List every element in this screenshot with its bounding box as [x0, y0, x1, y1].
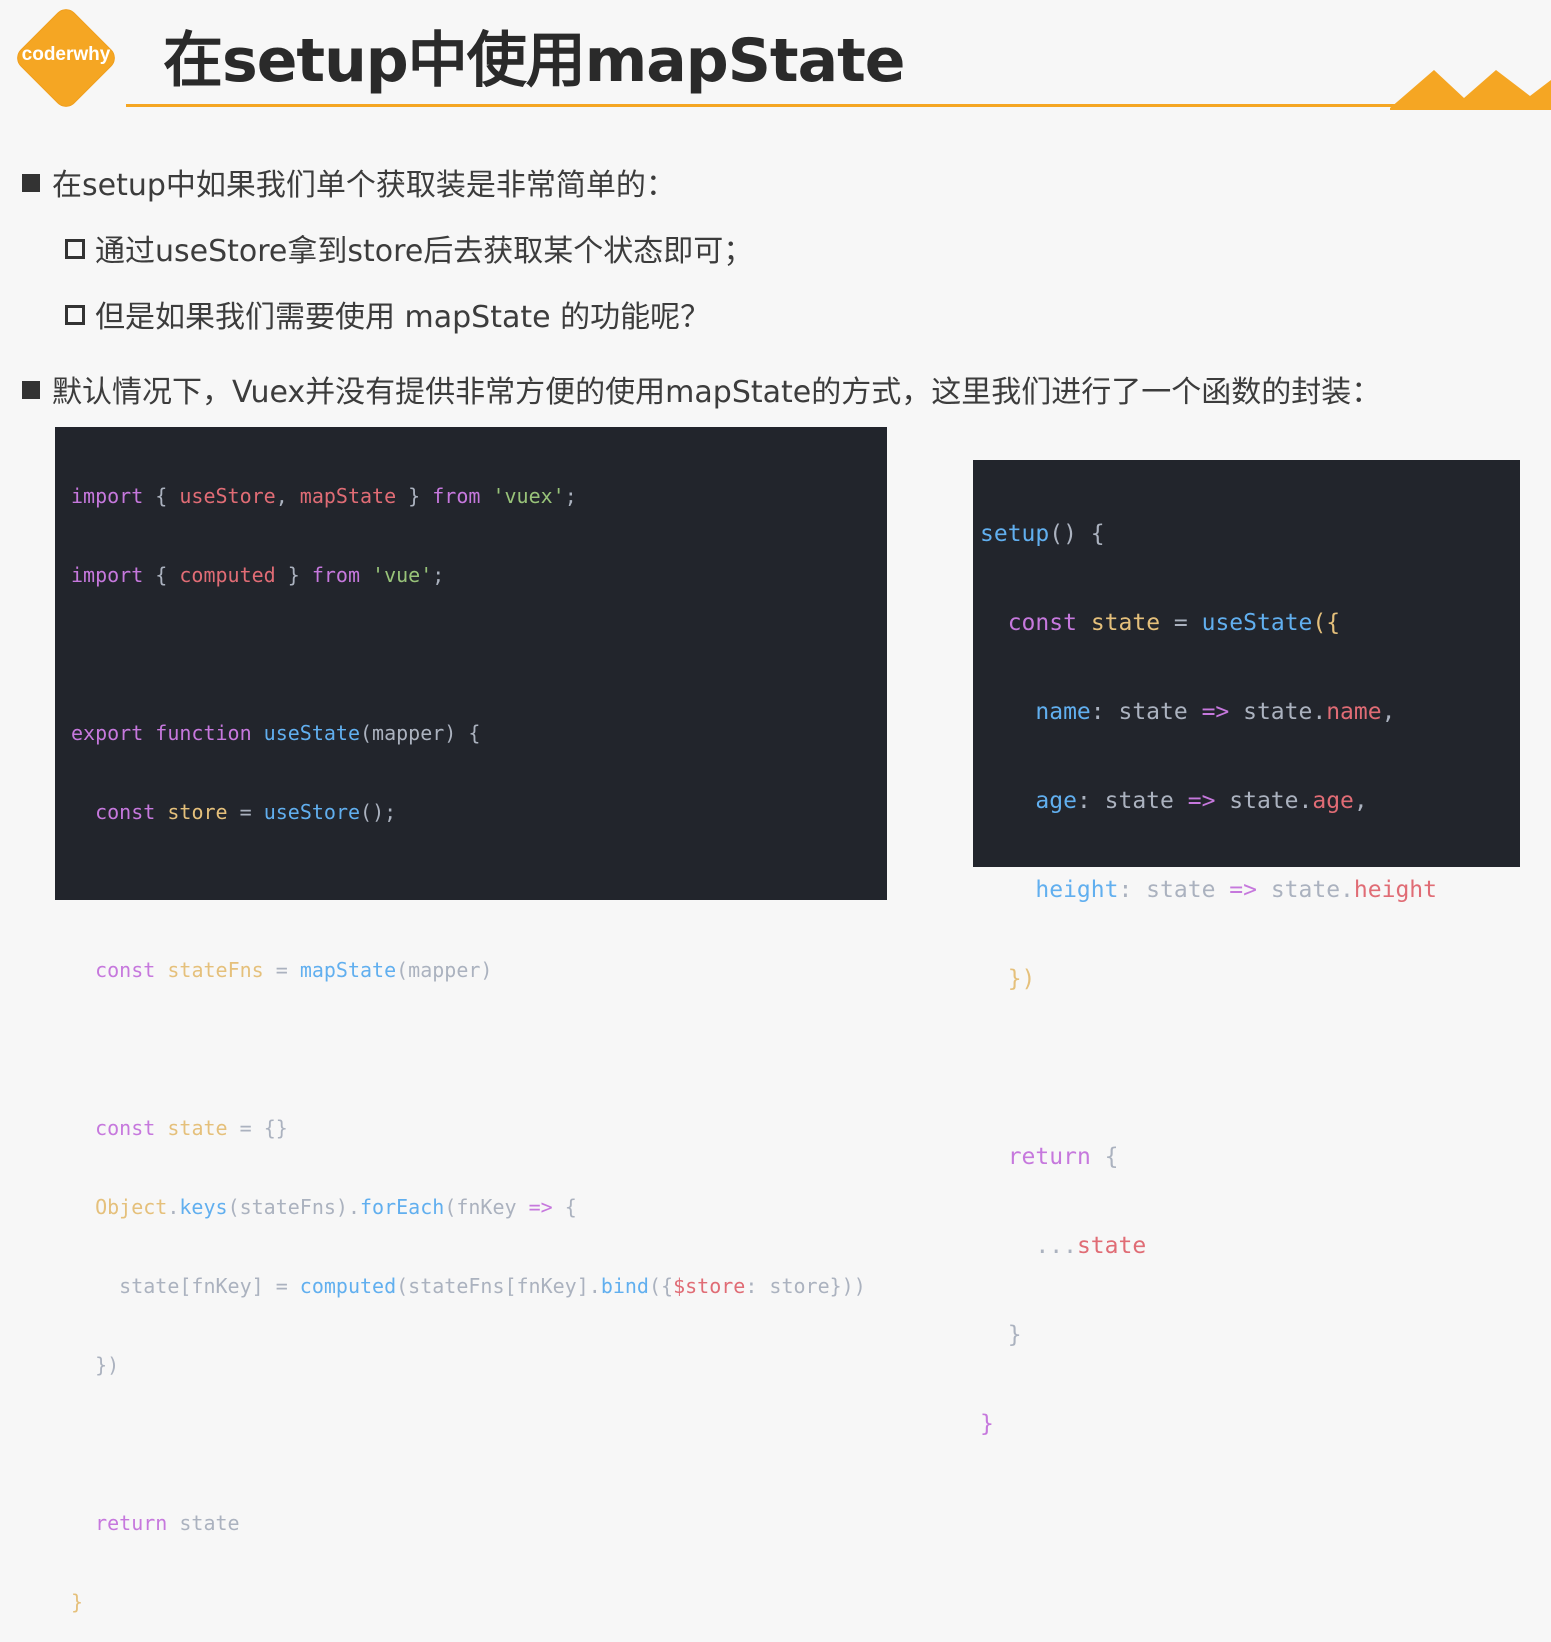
- code-line: export function useState(mapper) {: [71, 721, 481, 745]
- logo-text: coderwhy: [21, 44, 111, 65]
- bullet-1: 在setup中如果我们单个获取装是非常简单的：: [22, 160, 676, 204]
- code-line: ...state: [980, 1233, 1147, 1259]
- code-line: const store = useStore();: [95, 800, 397, 824]
- bullet-square-icon: [22, 173, 40, 192]
- mountains-decoration: [1390, 70, 1551, 110]
- title-underline: [126, 104, 1416, 107]
- sub-bullet-2: 但是如果我们需要使用 mapState 的功能呢？: [65, 292, 710, 336]
- code-block-setup: setup() { const state = useState({ name:…: [973, 460, 1520, 1437]
- code-line: import { computed } from 'vue';: [71, 563, 445, 587]
- code-line: import { useStore, mapState } from 'vuex…: [71, 484, 577, 508]
- sub-bullet-1: 通过useStore拿到store后去获取某个状态即可；: [65, 226, 753, 270]
- logo: coderwhy: [12, 4, 120, 112]
- code-line: }): [71, 1353, 120, 1377]
- bullet-2: 默认情况下，Vuex并没有提供非常方便的使用mapState的方式，这里我们进行…: [22, 367, 1381, 411]
- bullet-text: 默认情况下，Vuex并没有提供非常方便的使用mapState的方式，这里我们进行…: [52, 375, 1382, 410]
- code-line: setup() {: [980, 521, 1105, 547]
- code-line: name: state => state.name,: [1035, 699, 1396, 725]
- code-line: state[fnKey] = computed(stateFns[fnKey].…: [71, 1274, 866, 1298]
- bullet-text: 在setup中如果我们单个获取装是非常简单的：: [52, 168, 676, 203]
- code-block-usestate: import { useStore, mapState } from 'vuex…: [55, 427, 887, 1614]
- bullet-text: 但是如果我们需要使用 mapState 的功能呢？: [95, 300, 711, 335]
- code-line: }): [1007, 966, 1036, 992]
- code-line: Object.keys(stateFns).forEach(fnKey => {: [95, 1195, 577, 1219]
- code-line: }: [980, 1322, 1022, 1348]
- code-line: const stateFns = mapState(mapper): [95, 958, 493, 982]
- bullet-square-icon: [22, 380, 40, 399]
- code-line: age: state => state.age,: [1035, 788, 1368, 814]
- code-line: const state = {}: [95, 1116, 288, 1140]
- code-line: return state: [95, 1511, 240, 1535]
- bullet-hollow-square-icon: [65, 304, 85, 325]
- code-line: height: state => state.height: [1035, 877, 1437, 903]
- code-line: return {: [1007, 1144, 1119, 1170]
- code-line: }: [980, 1411, 994, 1437]
- code-line: const state = useState({: [1007, 610, 1341, 636]
- bullet-hollow-square-icon: [65, 238, 85, 259]
- code-line: }: [71, 1590, 84, 1614]
- bullet-text: 通过useStore拿到store后去获取某个状态即可；: [95, 234, 754, 269]
- page-title: 在setup中使用mapState: [163, 26, 905, 96]
